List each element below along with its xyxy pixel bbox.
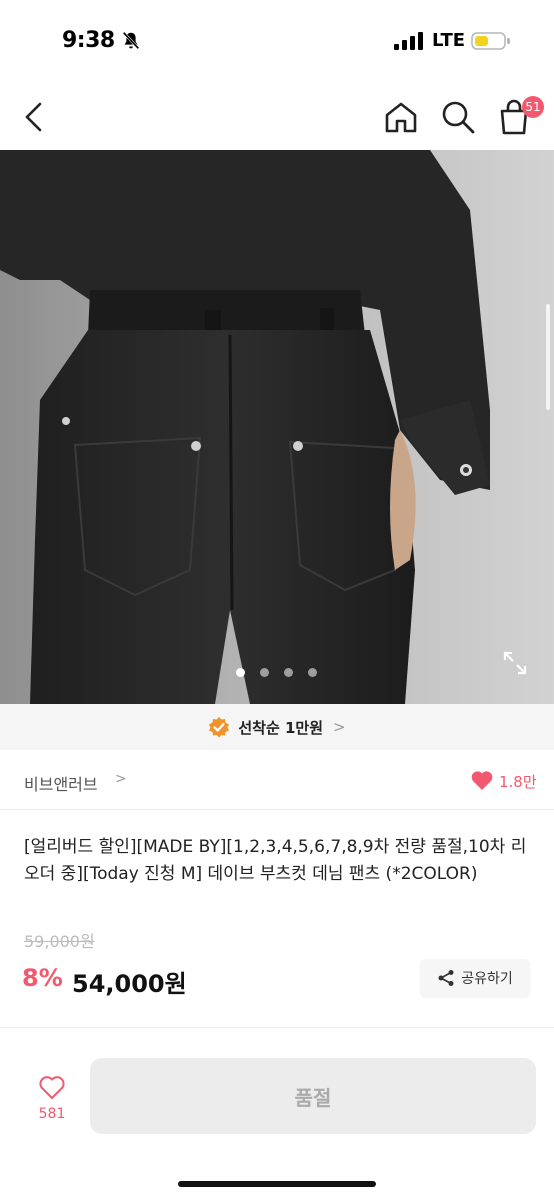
wish-button[interactable]: 581 [30,1068,74,1128]
brand-row: 비브앤러브 > 1.8만 [0,750,554,810]
product-photo [0,150,554,704]
back-icon[interactable] [20,99,48,135]
share-icon [438,970,454,986]
gallery-dots [236,668,317,677]
signal-icon [394,32,423,50]
network-label: LTE [432,30,466,51]
soldout-button[interactable]: 품절 [90,1058,536,1134]
share-button[interactable]: 공유하기 [420,959,530,997]
home-indicator [178,1181,376,1187]
gallery-dot[interactable] [284,668,293,677]
discount-rate: 8% [22,964,63,992]
heart-outline-icon [39,1076,65,1100]
sale-price: 54,000원 [72,970,187,998]
battery-icon [471,32,510,50]
brand-like-count: 1.8만 [499,773,537,791]
product-title: [얼리버드 할인][MADE BY][1,2,3,4,5,6,7,8,9차 전량… [24,837,527,884]
expand-icon[interactable] [502,650,528,676]
promo-bar[interactable]: 선착순 1만원 > [0,704,554,750]
check-badge-icon [209,717,230,738]
brand-name[interactable]: 비브앤러브 [24,771,98,795]
bell-slash-icon [122,31,140,50]
heart-filled-icon[interactable] [470,769,494,791]
share-label: 공유하기 [461,971,513,987]
original-price: 59,000원 [24,932,95,951]
gallery-dot[interactable] [308,668,317,677]
status-bar: 9:38 LTE [0,0,554,84]
gallery-dot[interactable] [236,668,245,677]
wish-count: 581 [38,1106,66,1122]
status-time: 9:38 [62,28,115,53]
bottom-bar: 581 품절 [0,1027,554,1200]
promo-text: 선착순 1만원 [238,718,324,737]
chevron-right-icon: > [333,718,346,736]
product-image[interactable] [0,150,554,704]
scroll-indicator [546,304,550,410]
gallery-dot[interactable] [260,668,269,677]
home-icon[interactable] [383,100,419,134]
cart-badge: 51 [522,96,544,118]
app-header [0,84,554,150]
chevron-right-icon[interactable]: > [115,771,127,787]
search-icon[interactable] [440,99,476,135]
